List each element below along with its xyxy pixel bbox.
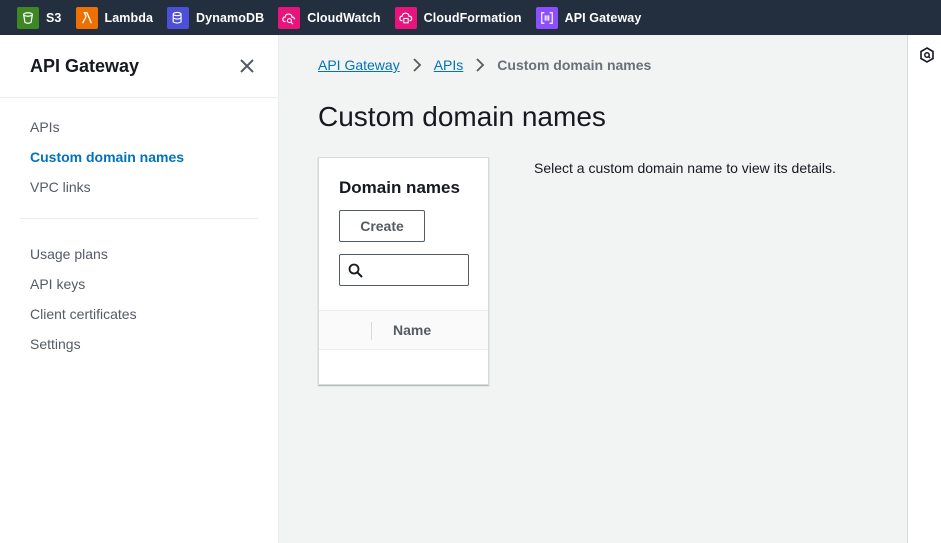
favorite-cloudformation[interactable]: CloudFormation [394,0,522,35]
domain-names-panel: Domain names Create Name [318,157,489,385]
favorite-s3[interactable]: S3 [17,0,62,35]
favorite-api-gateway[interactable]: API Gateway [535,0,642,35]
favorite-cloudwatch[interactable]: CloudWatch [278,0,381,35]
close-icon[interactable] [238,57,256,75]
nav-group-secondary: Usage plans API keys Client certificates… [0,235,278,359]
create-button[interactable]: Create [339,210,425,242]
sidebar-item-custom-domain-names[interactable]: Custom domain names [0,142,278,172]
favorite-label: S3 [46,10,62,25]
breadcrumb: API Gateway APIs Custom domain names [318,57,651,73]
favorite-label: API Gateway [564,10,642,25]
chevron-right-icon [412,58,422,72]
cloud-search-icon [278,6,301,29]
favorites-bar: S3 Lambda DynamoDB CloudWatch CloudForma… [0,0,941,35]
side-navigation: API Gateway APIs Custom domain names VPC… [0,35,279,543]
right-utility-rail [907,35,941,543]
sidebar-item-apis[interactable]: APIs [0,112,278,142]
column-divider [371,322,372,340]
breadcrumb-api-gateway[interactable]: API Gateway [318,57,400,73]
stack-cloud-icon [394,6,417,29]
database-icon [167,6,190,29]
favorite-label: CloudWatch [307,10,381,25]
sidebar-item-settings[interactable]: Settings [0,329,278,359]
favorite-label: CloudFormation [423,10,522,25]
side-nav-title[interactable]: API Gateway [30,56,139,77]
nav-divider [20,218,258,219]
bucket-icon [17,6,39,29]
sidebar-item-api-keys[interactable]: API keys [0,269,278,299]
help-panel-icon[interactable] [919,47,935,63]
sidebar-item-usage-plans[interactable]: Usage plans [0,239,278,269]
favorite-lambda[interactable]: Lambda [75,0,154,35]
favorite-label: DynamoDB [196,10,265,25]
search-input[interactable] [368,257,466,283]
lambda-icon [75,6,98,29]
detail-placeholder-text: Select a custom domain name to view its … [534,160,836,176]
search-field[interactable] [339,254,469,286]
nav-group-primary: APIs Custom domain names VPC links [0,98,278,202]
api-brackets-icon [535,6,558,29]
favorite-dynamodb[interactable]: DynamoDB [167,0,264,35]
sidebar-item-vpc-links[interactable]: VPC links [0,172,278,202]
page-title: Custom domain names [318,101,606,132]
favorite-label: Lambda [104,10,154,25]
chevron-right-icon [475,58,485,72]
table-header: Name [319,310,488,350]
panel-title: Domain names [339,178,460,197]
breadcrumb-apis[interactable]: APIs [434,57,464,73]
column-header-name[interactable]: Name [393,322,431,338]
breadcrumb-current: Custom domain names [497,57,652,73]
side-nav-header: API Gateway [0,35,278,98]
search-icon [348,263,363,278]
sidebar-item-client-certificates[interactable]: Client certificates [0,299,278,329]
